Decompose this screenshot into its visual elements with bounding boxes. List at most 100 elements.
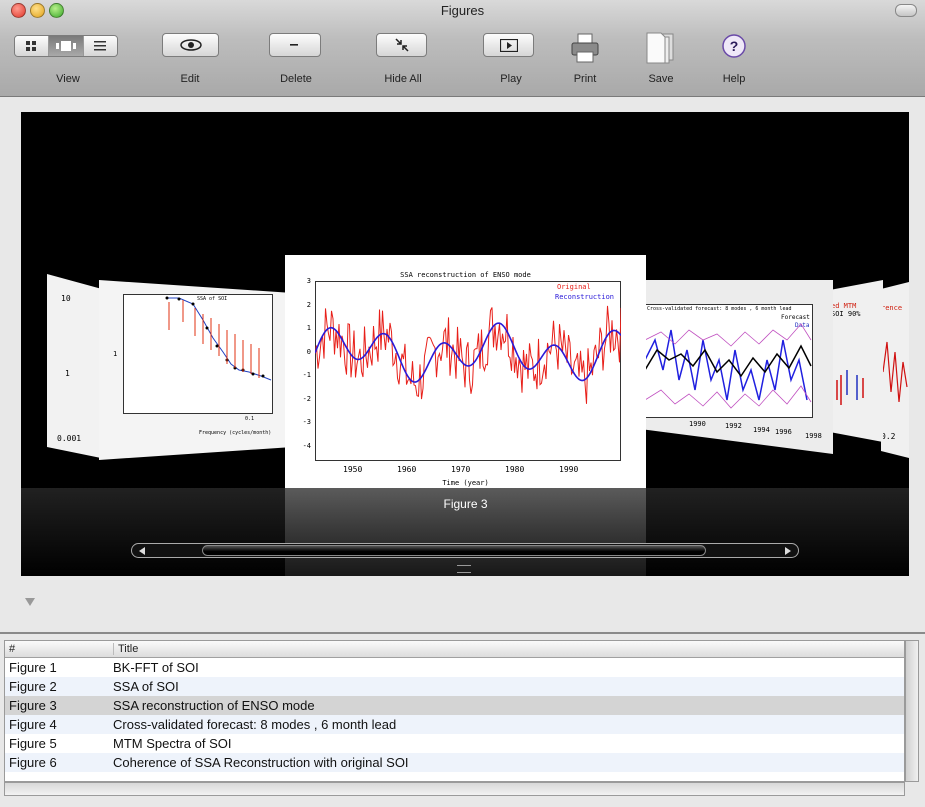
table-row[interactable]: Figure 5 MTM Spectra of SOI	[5, 734, 904, 753]
center-x-tick: 1980	[505, 465, 525, 474]
mtm-card-label: ed MTM	[831, 302, 857, 310]
original-series-line	[315, 305, 621, 404]
left-axis-tick-10: 10	[61, 294, 71, 303]
center-y-tick: 0	[306, 347, 311, 356]
delete-button[interactable]	[269, 33, 321, 57]
scroll-right-button[interactable]	[780, 545, 796, 556]
print-label: Print	[573, 73, 597, 85]
ssa-card-xlabel: Frequency (cycles/month)	[199, 430, 272, 436]
figures-table[interactable]: # Title Figure 1 BK-FFT of SOI Figure 2 SS…	[4, 640, 905, 782]
row-title: Cross-validated forecast: 8 modes , 6 mo…	[113, 717, 397, 732]
row-number: Figure 2	[9, 679, 57, 694]
split-view-divider[interactable]	[0, 632, 925, 634]
scroll-left-button[interactable]	[134, 545, 150, 556]
center-figure-title: SSA reconstruction of ENSO mode	[400, 271, 531, 279]
row-title: MTM Spectra of SOI	[113, 736, 232, 751]
center-x-tick: 1960	[397, 465, 417, 474]
center-x-tick: 1990	[559, 465, 579, 474]
figure-card-2[interactable]: SSA of SOI 1 0.1 Frequency (cycles/month…	[99, 280, 287, 460]
collapse-arrows-icon	[394, 38, 409, 52]
row-number: Figure 1	[9, 660, 57, 675]
selected-figure-caption: Figure 3	[443, 497, 488, 511]
coherence-card-tick: 0.2	[881, 432, 896, 441]
edit-button[interactable]	[162, 33, 219, 57]
minus-icon	[290, 44, 298, 46]
coherence-card-label: rence	[881, 304, 903, 312]
figure-card-6[interactable]: rence 0.2	[881, 282, 909, 458]
center-y-tick: -2	[302, 394, 311, 403]
center-y-tick: -3	[302, 418, 311, 426]
coverflow-view[interactable]: 10 1 0.001 SSA of SOI 1 0.1 Frequency (c…	[21, 112, 909, 576]
center-y-tick: 1	[306, 324, 311, 332]
forecast-plot	[645, 323, 812, 409]
center-y-tick: 2	[306, 300, 311, 309]
table-row[interactable]: Figure 4 Cross-validated forecast: 8 mode…	[5, 715, 904, 734]
disclosure-triangle-icon[interactable]	[25, 598, 35, 606]
center-x-tick: 1950	[343, 465, 363, 474]
row-number: Figure 6	[9, 755, 57, 770]
arrow-left-icon	[139, 546, 145, 555]
scroll-thumb[interactable]	[202, 545, 706, 556]
table-row[interactable]: Figure 6 Coherence of SSA Reconstruction …	[5, 753, 904, 772]
coverflow-scrollbar[interactable]	[131, 543, 799, 558]
toolbar-toggle-button[interactable]	[895, 4, 917, 17]
figure-card-5[interactable]: ed MTM SOI 90%	[831, 280, 883, 442]
delete-label: Delete	[280, 73, 312, 85]
table-row[interactable]: Figure 1 BK-FFT of SOI	[5, 658, 904, 677]
table-vertical-scrollbar[interactable]	[905, 640, 919, 782]
forecast-xtick-1994: 1994	[753, 426, 770, 434]
window-title: Figures	[440, 3, 485, 18]
help-label: Help	[722, 73, 746, 85]
column-header-title[interactable]: Title	[113, 643, 138, 655]
table-row[interactable]: Figure 2 SSA of SOI	[5, 677, 904, 696]
row-title: BK-FFT of SOI	[113, 660, 199, 675]
row-title: SSA reconstruction of ENSO mode	[113, 698, 315, 713]
table-horizontal-scrollbar[interactable]	[4, 782, 905, 796]
edit-label: Edit	[180, 73, 200, 85]
column-header-number[interactable]: #	[9, 643, 15, 655]
forecast-xtick-1998: 1998	[805, 432, 822, 440]
hide-all-label: Hide All	[384, 73, 422, 85]
eye-icon	[179, 39, 202, 51]
table-header: # Title	[5, 641, 904, 658]
grid-view-icon[interactable]	[15, 36, 50, 56]
center-figure-plot	[315, 305, 621, 404]
figure-card-4[interactable]: Cross-validated forecast: 8 modes , 6 mo…	[645, 280, 833, 454]
play-label: Play	[500, 73, 522, 85]
left-axis-tick-0001: 0.001	[57, 434, 82, 443]
center-x-tick: 1970	[451, 465, 471, 474]
row-number: Figure 4	[9, 717, 57, 732]
print-button[interactable]	[570, 32, 600, 64]
ssa-card-xtick: 0.1	[245, 416, 255, 422]
table-row-selected[interactable]: Figure 3 SSA reconstruction of ENSO mode	[5, 696, 904, 715]
center-y-tick: -1	[302, 371, 311, 379]
resize-grip-icon[interactable]	[457, 565, 471, 573]
help-button[interactable]: ?	[722, 34, 746, 58]
row-title: SSA of SOI	[113, 679, 179, 694]
svg-text:?: ?	[730, 38, 739, 54]
play-button[interactable]	[483, 33, 534, 57]
save-button[interactable]	[645, 30, 677, 66]
ssa-card-ytick: 1	[113, 350, 118, 358]
center-y-tick: 3	[306, 277, 311, 285]
view-label: View	[56, 73, 80, 85]
row-number: Figure 5	[9, 736, 57, 751]
documents-icon	[646, 32, 674, 64]
arrow-right-icon	[785, 546, 791, 555]
coverflow-view-icon[interactable]	[49, 36, 84, 56]
view-mode-segmented-control[interactable]	[14, 35, 118, 57]
figure-card-1[interactable]: 10 1 0.001	[47, 274, 101, 458]
mtm-card-label-2: SOI 90%	[831, 310, 861, 318]
row-number: Figure 3	[9, 698, 57, 713]
forecast-xtick-1992: 1992	[725, 422, 742, 430]
hide-all-button[interactable]	[376, 33, 427, 57]
save-label: Save	[648, 73, 674, 85]
row-title: Coherence of SSA Reconstruction with ori…	[113, 755, 409, 770]
center-figure-xlabel: Time (year)	[442, 479, 489, 487]
list-view-icon[interactable]	[83, 36, 117, 56]
figure-card-3-selected[interactable]: SSA reconstruction of ENSO mode Original…	[285, 255, 646, 488]
forecast-xtick-1996: 1996	[775, 428, 792, 436]
forecast-xtick-1990: 1990	[689, 420, 706, 428]
left-axis-tick-1: 1	[65, 369, 70, 378]
center-y-tick: -4	[302, 441, 311, 450]
